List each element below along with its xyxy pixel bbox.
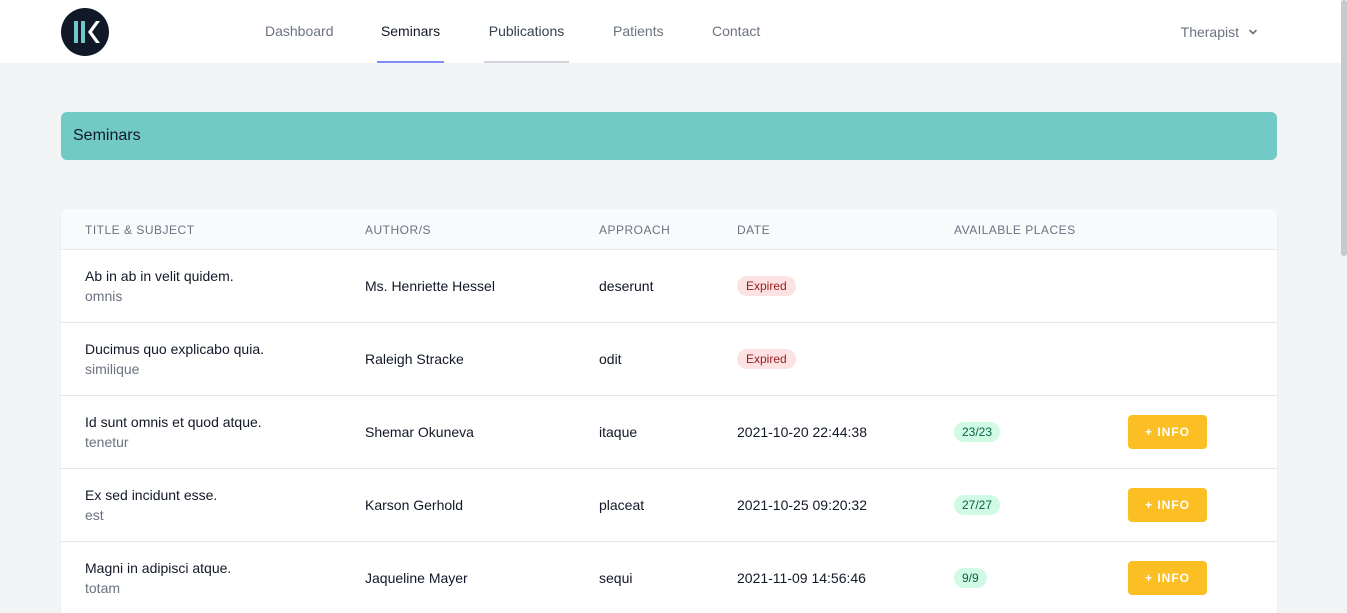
title-subject-cell: Ducimus quo explicabo quia. similique [85,323,264,395]
nav-dashboard-label: Dashboard [265,22,334,39]
available-places-badge: 9/9 [954,568,987,588]
seminar-subject: est [85,507,104,523]
column-header-author: AUTHOR/S [365,222,432,237]
author-cell: Raleigh Stracke [365,351,464,367]
author-cell: Karson Gerhold [365,497,464,513]
table-row: Ducimus quo explicabo quia. similique Ra… [61,323,1277,396]
seminar-title: Ducimus quo explicabo quia. [85,341,264,357]
places-cell: 9/9 [954,542,987,613]
nav-publications[interactable]: Publications [484,0,569,63]
date-cell: 2021-10-20 22:44:38 [737,424,867,440]
seminar-subject: totam [85,580,121,596]
chevron-down-icon [1249,29,1257,34]
seminar-title: Ab in ab in velit quidem. [85,268,234,284]
nav-patients-label: Patients [613,22,664,39]
places-cell: 27/27 [954,469,1001,541]
author-cell: Shemar Okuneva [365,424,474,440]
title-subject-cell: Ab in ab in velit quidem. omnis [85,250,234,322]
info-button[interactable]: + INFO [1128,561,1207,595]
approach-cell: itaque [599,424,638,440]
nav-seminars-label: Seminars [380,22,441,39]
title-subject-cell: Id sunt omnis et quod atque. tenetur [85,396,262,468]
author-cell: Ms. Henriette Hessel [365,278,495,294]
seminar-subject: similique [85,361,140,377]
nav-contact[interactable]: Contact [707,0,765,63]
info-button[interactable]: + INFO [1128,488,1207,522]
nav-dashboard[interactable]: Dashboard [260,0,339,63]
seminar-title: Id sunt omnis et quod atque. [85,414,262,430]
expired-badge: Expired [737,276,796,296]
table-row: Id sunt omnis et quod atque. tenetur She… [61,396,1277,469]
seminar-title: Magni in adipisci atque. [85,560,232,576]
table-header: TITLE & SUBJECT AUTHOR/S APPROACH DATE A… [61,209,1277,250]
seminars-table: TITLE & SUBJECT AUTHOR/S APPROACH DATE A… [61,209,1277,613]
table-row: Magni in adipisci atque. totam Jaqueline… [61,542,1277,613]
date-cell: Expired [737,250,796,322]
table-row: Ex sed incidunt esse. est Karson Gerhold… [61,469,1277,542]
page-scrollbar[interactable] [1341,0,1347,613]
scrollbar-thumb[interactable] [1341,0,1347,256]
section-header: Seminars [61,112,1277,160]
user-menu[interactable]: Therapist [1181,0,1259,63]
approach-cell: odit [599,351,622,367]
approach-cell: placeat [599,497,645,513]
user-menu-label: Therapist [1180,23,1239,40]
nav-patients[interactable]: Patients [608,0,669,63]
available-places-badge: 23/23 [954,422,1001,442]
title-subject-cell: Ex sed incidunt esse. est [85,469,217,541]
column-header-places: AVAILABLE PLACES [954,222,1076,237]
seminar-subject: omnis [85,288,123,304]
info-button[interactable]: + INFO [1128,415,1207,449]
nav-seminars[interactable]: Seminars [377,0,444,63]
logo[interactable] [61,8,109,56]
places-cell: 23/23 [954,396,1001,468]
top-navbar: Dashboard Seminars Publications Patients… [0,0,1341,63]
author-cell: Jaqueline Mayer [365,570,468,586]
column-header-date: DATE [737,222,771,237]
expired-badge: Expired [737,349,796,369]
nav-publications-label: Publications [488,22,565,39]
column-header-approach: APPROACH [599,222,671,237]
approach-cell: sequi [599,570,633,586]
title-subject-cell: Magni in adipisci atque. totam [85,542,231,613]
date-cell: 2021-10-25 09:20:32 [737,497,867,513]
seminar-subject: tenetur [85,434,129,450]
section-title: Seminars [73,127,141,144]
seminar-title: Ex sed incidunt esse. [85,487,218,503]
approach-cell: deserunt [599,278,654,294]
date-cell: 2021-11-09 14:56:46 [737,570,866,586]
column-header-title: TITLE & SUBJECT [85,222,195,237]
table-row: Ab in ab in velit quidem. omnis Ms. Henr… [61,250,1277,323]
date-cell: Expired [737,323,796,395]
nav-contact-label: Contact [712,22,761,39]
available-places-badge: 27/27 [954,495,1001,515]
logo-mark-icon [74,21,100,43]
